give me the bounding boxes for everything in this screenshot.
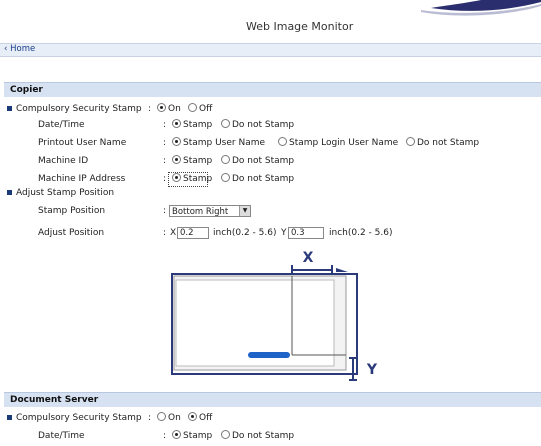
- radio-label: Stamp: [183, 174, 213, 184]
- page-title: Web Image Monitor: [246, 20, 354, 33]
- copier-printout-user-radio[interactable]: Stamp User Name: [172, 136, 265, 150]
- copier-compulsory-label: Compulsory Security Stamp: [16, 104, 142, 114]
- copier-datetime-nostamp-radio[interactable]: Do not Stamp: [221, 118, 294, 132]
- stamp-position-diagram: X Y: [171, 250, 378, 381]
- bullet-icon: [7, 415, 12, 420]
- copier-printout-login-radio[interactable]: Stamp Login User Name: [278, 136, 398, 150]
- docserver-compulsory-on-radio[interactable]: On: [157, 411, 181, 425]
- radio-label: Stamp: [183, 156, 213, 166]
- radio-label: On: [168, 104, 181, 114]
- copier-printout-label: Printout User Name: [38, 138, 127, 148]
- copier-compulsory-off-radio[interactable]: Off: [188, 102, 212, 116]
- nav-bar: [0, 43, 541, 57]
- y-prefix: Y: [281, 228, 287, 238]
- docserver-datetime-stamp-radio[interactable]: Stamp: [172, 429, 212, 443]
- radio-label: Off: [199, 413, 213, 423]
- radio-label: Off: [199, 104, 213, 114]
- copier-printout-row: Printout User Name : Stamp User Name Sta…: [38, 136, 480, 150]
- copier-stamppos-row: Stamp Position : Bottom Right ▼: [0, 204, 541, 218]
- copier-section-header: Copier: [4, 82, 541, 97]
- chevron-down-icon: ▼: [239, 206, 250, 216]
- copier-machineid-label: Machine ID: [38, 156, 89, 166]
- copier-datetime-stamp-radio[interactable]: Stamp: [172, 118, 212, 132]
- adjust-x-input[interactable]: 0.2: [177, 227, 209, 239]
- copier-adjust-row: Adjust Stamp Position: [0, 186, 541, 200]
- copier-datetime-label: Date/Time: [38, 120, 85, 130]
- copier-machineip-nostamp-radio[interactable]: Do not Stamp: [221, 172, 294, 186]
- home-link[interactable]: ‹ Home: [4, 44, 35, 54]
- copier-machineid-row: Machine ID : Stamp Do not Stamp: [38, 154, 295, 168]
- docserver-section-header: Document Server: [4, 392, 541, 407]
- radio-label: Do not Stamp: [232, 431, 295, 441]
- radio-label: Stamp: [183, 120, 213, 130]
- docserver-compulsory-row: Compulsory Security Stamp : On Off: [0, 411, 541, 425]
- y-unit: inch(0.2 - 5.6): [329, 228, 393, 238]
- copier-adjustpos-label: Adjust Position: [38, 228, 105, 238]
- x-unit: inch(0.2 - 5.6): [213, 228, 277, 238]
- copier-stamppos-label: Stamp Position: [38, 206, 106, 216]
- radio-label: Do not Stamp: [417, 138, 480, 148]
- x-prefix: X: [170, 228, 177, 238]
- copier-machineip-row: Machine IP Address : Stamp Do not Stamp: [0, 172, 541, 187]
- adjust-y-input[interactable]: 0.3: [288, 227, 324, 239]
- docserver-compulsory-label: Compulsory Security Stamp: [16, 413, 142, 423]
- copier-adjust-label: Adjust Stamp Position: [16, 188, 115, 198]
- select-value: Bottom Right: [172, 207, 229, 217]
- radio-label: Stamp: [183, 431, 213, 441]
- docserver-compulsory-off-radio[interactable]: Off: [188, 411, 212, 425]
- copier-datetime-row: Date/Time : Stamp Do not Stamp: [38, 118, 295, 132]
- copier-machineid-nostamp-radio[interactable]: Do not Stamp: [221, 154, 294, 168]
- copier-compulsory-on-radio[interactable]: On: [157, 102, 181, 116]
- copier-printout-nostamp-radio[interactable]: Do not Stamp: [406, 136, 479, 150]
- docserver-datetime-row: Date/Time : Stamp Do not Stamp: [38, 429, 295, 443]
- radio-label: Do not Stamp: [232, 120, 295, 130]
- copier-machineip-stamp-radio[interactable]: Stamp: [172, 172, 212, 186]
- radio-label: Stamp Login User Name: [289, 138, 399, 148]
- home-link-label: Home: [10, 44, 36, 54]
- radio-label: Do not Stamp: [232, 174, 295, 184]
- stamp-position-select[interactable]: Bottom Right ▼: [169, 205, 251, 217]
- diagram-y-label: Y: [366, 362, 378, 378]
- copier-machineid-stamp-radio[interactable]: Stamp: [172, 154, 212, 168]
- docserver-datetime-label: Date/Time: [38, 431, 85, 441]
- brand-swoosh-icon: [421, 0, 541, 16]
- radio-label: Do not Stamp: [232, 156, 295, 166]
- bullet-icon: [7, 106, 12, 111]
- copier-compulsory-row: Compulsory Security Stamp : On Off: [0, 102, 541, 116]
- radio-label: On: [168, 413, 181, 423]
- copier-machineip-label: Machine IP Address: [38, 174, 126, 184]
- bullet-icon: [7, 190, 12, 195]
- docserver-datetime-nostamp-radio[interactable]: Do not Stamp: [221, 429, 294, 443]
- stamp-mark-icon: [248, 352, 290, 358]
- copier-adjustpos-row: Adjust Position : X 0.2 inch(0.2 - 5.6) …: [38, 227, 393, 239]
- diagram-x-label: X: [303, 250, 314, 266]
- radio-label: Stamp User Name: [183, 138, 266, 148]
